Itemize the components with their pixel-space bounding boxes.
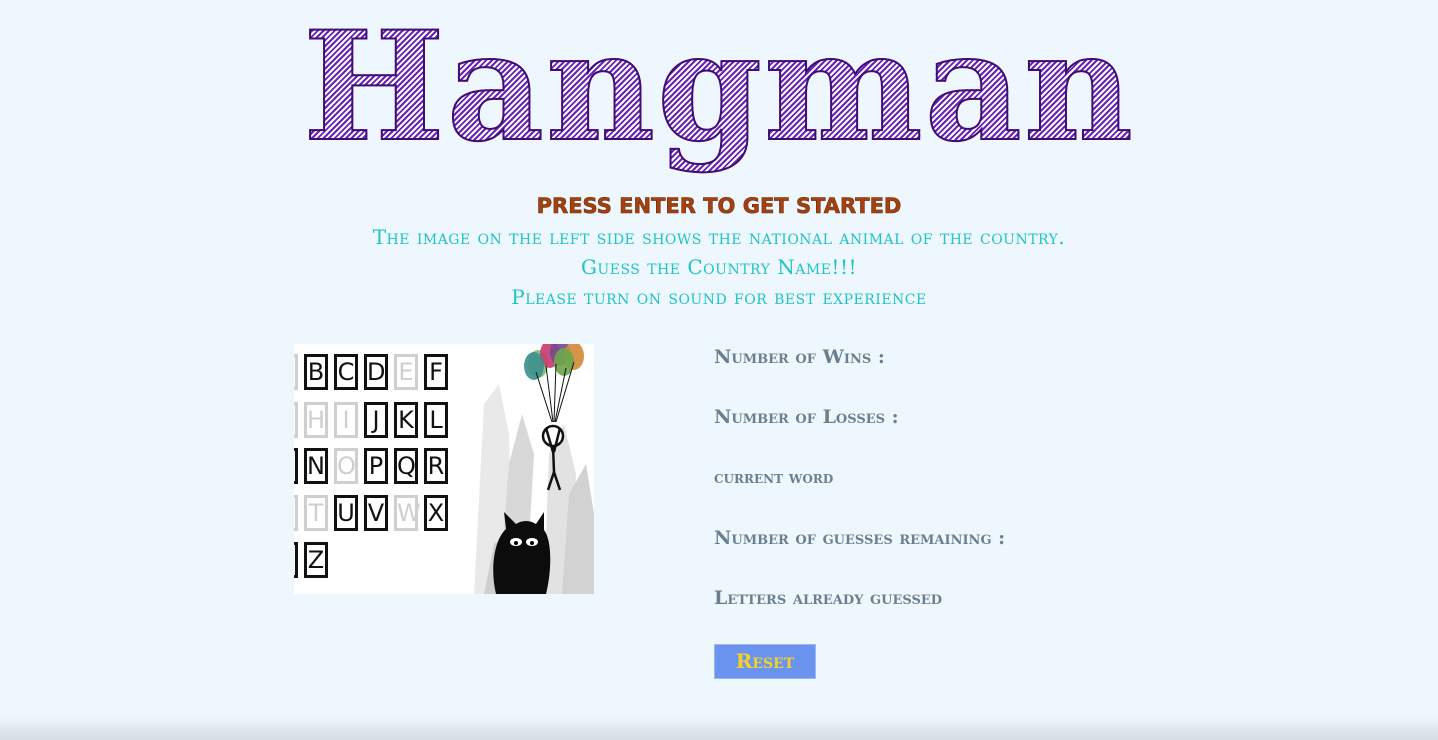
balloons bbox=[524, 344, 584, 380]
balloon bbox=[524, 352, 544, 380]
current-word-label: current word bbox=[714, 468, 834, 488]
hangman-picture: BCDEFHIJKLNOPQRTUVWXZ bbox=[294, 344, 594, 594]
window-bottom-edge bbox=[0, 716, 1438, 740]
letters-guessed-label: Letters already guessed bbox=[714, 587, 943, 609]
reset-button[interactable]: Reset bbox=[714, 644, 816, 679]
guesses-remaining-label: Number of guesses remaining : bbox=[714, 527, 1006, 549]
losses-label: Number of Losses : bbox=[714, 406, 899, 428]
monster bbox=[493, 512, 551, 594]
instruction-guess: Guess the Country Name!!! bbox=[580, 255, 858, 279]
game-title: Hangman bbox=[0, 1, 1438, 173]
stick-figure bbox=[541, 424, 565, 491]
wins-label: Number of Wins : bbox=[714, 346, 885, 368]
instruction-animal: The image on the left side shows the nat… bbox=[372, 225, 1066, 249]
instruction-sound: Please turn on sound for best experience bbox=[511, 285, 927, 309]
start-prompt: press enter to get started bbox=[536, 194, 902, 219]
balloon-figure bbox=[493, 344, 584, 594]
